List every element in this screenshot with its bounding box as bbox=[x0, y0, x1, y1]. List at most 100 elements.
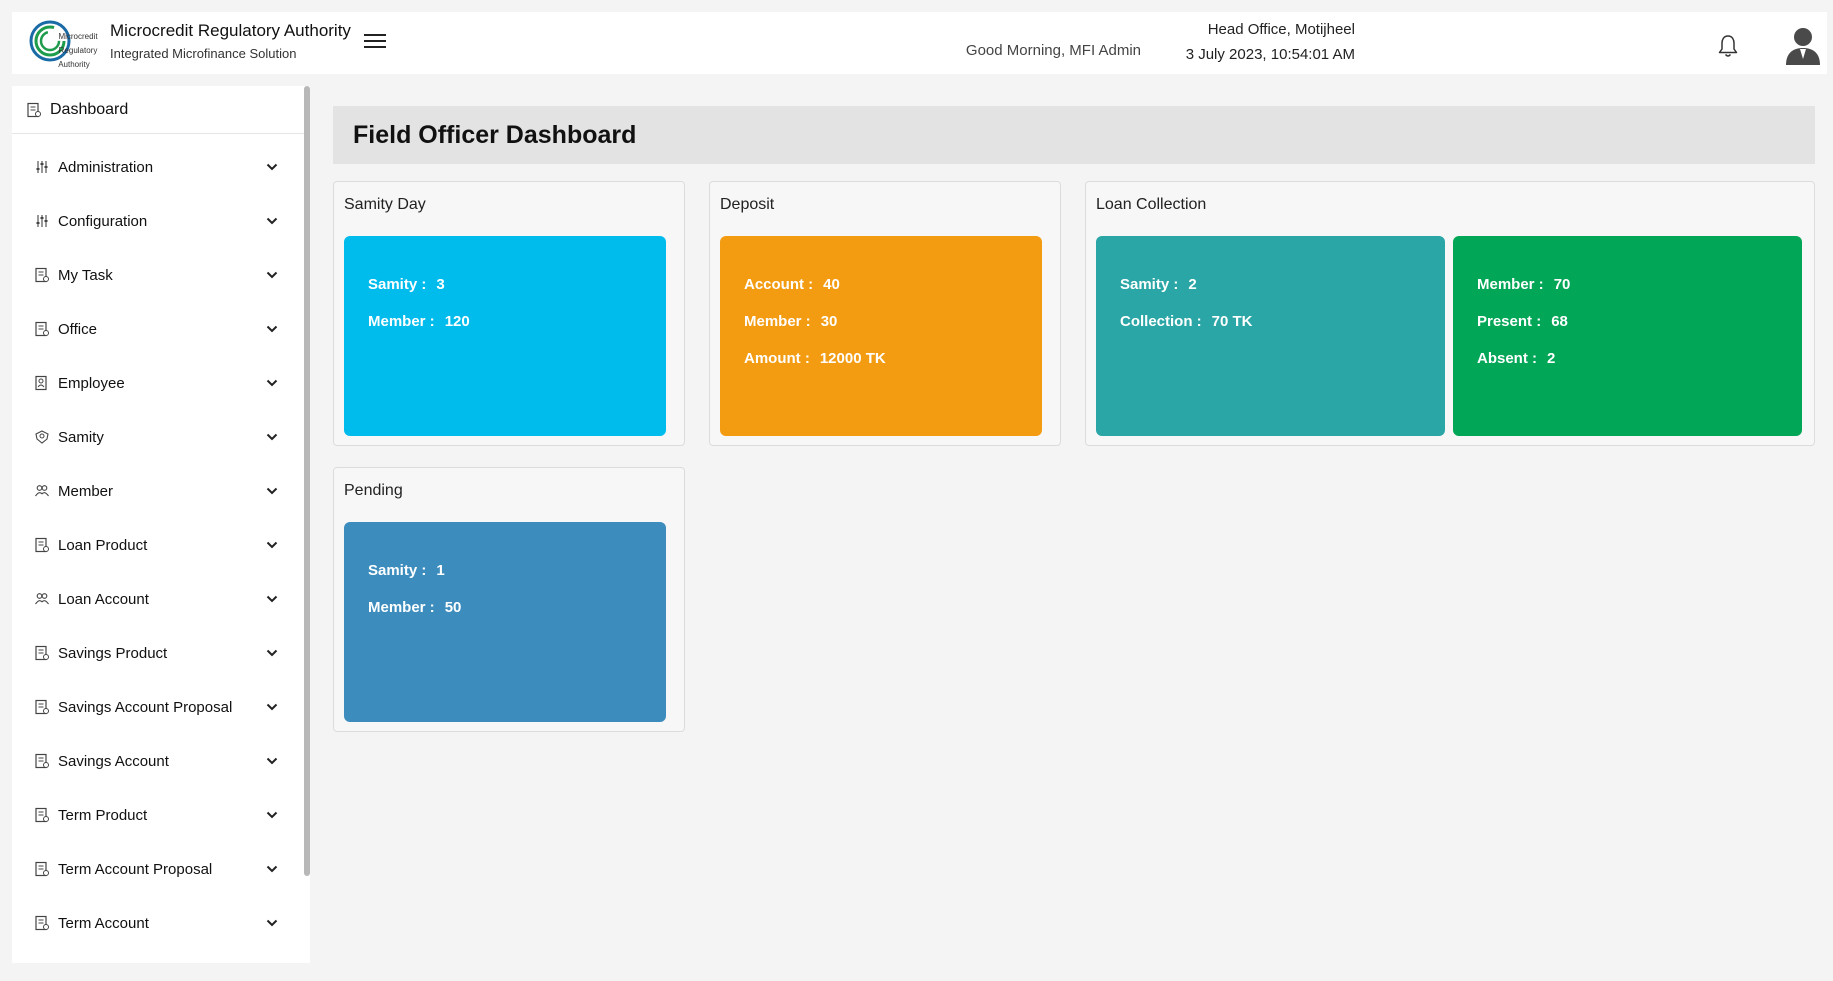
stat-row: Member : 50 bbox=[368, 599, 666, 616]
sidebar-item-label: Office bbox=[58, 320, 97, 338]
panel-title: Deposit bbox=[720, 196, 775, 213]
stat-value: 3 bbox=[436, 276, 445, 293]
sidebar-item-label: Samity bbox=[58, 428, 104, 446]
mra-logo[interactable]: Microcredit Regulatory Authority bbox=[28, 17, 104, 71]
stat-row: Samity : 1 bbox=[368, 562, 666, 579]
panel-samity-day: Samity Day Samity : 3 Member : 120 bbox=[333, 181, 685, 446]
dashboard-icon bbox=[27, 102, 41, 117]
sidebar-item-label: Configuration bbox=[58, 212, 148, 230]
stat-label: Samity : bbox=[368, 562, 427, 579]
stat-value: 40 bbox=[823, 276, 840, 293]
stat-label: Member : bbox=[744, 313, 811, 330]
chevron-down-icon[interactable] bbox=[266, 811, 278, 819]
sidebar-item-label: Term Product bbox=[58, 806, 148, 824]
sidebar-item-term-account[interactable]: Term Account bbox=[12, 896, 304, 950]
sidebar-item-label: Term Account Proposal bbox=[58, 860, 213, 878]
logo-text-2: Regulatory bbox=[59, 46, 98, 55]
stat-row: Member : 120 bbox=[368, 313, 666, 330]
users-icon bbox=[35, 593, 49, 605]
sidebar-item-samity[interactable]: Samity bbox=[12, 410, 304, 464]
document-icon bbox=[35, 321, 49, 337]
sidebar-item-label: My Task bbox=[58, 266, 113, 284]
document-icon bbox=[35, 537, 49, 553]
chevron-down-icon[interactable] bbox=[266, 541, 278, 549]
logo-text-1: Microcredit bbox=[58, 32, 98, 41]
stat-value: 1 bbox=[436, 562, 445, 579]
chevron-down-icon[interactable] bbox=[266, 919, 278, 927]
chevron-down-icon[interactable] bbox=[266, 757, 278, 765]
sidebar-item-label: Savings Product bbox=[58, 644, 168, 662]
document-icon bbox=[35, 699, 49, 715]
sidebar-scrollbar[interactable] bbox=[304, 86, 310, 876]
sidebar-item-label: Loan Product bbox=[58, 536, 148, 554]
stat-label: Collection : bbox=[1120, 313, 1202, 330]
menu-toggle-icon[interactable] bbox=[364, 34, 386, 52]
sidebar-item-savings-product[interactable]: Savings Product bbox=[12, 626, 304, 680]
panel-pending: Pending Samity : 1 Member : 50 bbox=[333, 467, 685, 732]
stat-value: 2 bbox=[1188, 276, 1197, 293]
chevron-down-icon[interactable] bbox=[266, 163, 278, 171]
sidebar-item-my-task[interactable]: My Task bbox=[12, 248, 304, 302]
page-title-bar: Field Officer Dashboard bbox=[333, 106, 1815, 164]
sidebar-item-term-account-proposal[interactable]: Term Account Proposal bbox=[12, 842, 304, 896]
sidebar-item-member[interactable]: Member bbox=[12, 464, 304, 518]
stat-row: Present : 68 bbox=[1477, 313, 1802, 330]
sidebar-menu: Administration Configuration My Task Office… bbox=[12, 140, 304, 950]
notification-bell-icon[interactable] bbox=[1717, 34, 1739, 58]
sidebar-item-office[interactable]: Office bbox=[12, 302, 304, 356]
org-subtitle: Integrated Microfinance Solution bbox=[110, 46, 297, 61]
chevron-down-icon[interactable] bbox=[266, 649, 278, 657]
sidebar-item-configuration[interactable]: Configuration bbox=[12, 194, 304, 248]
stat-label: Account : bbox=[744, 276, 814, 293]
chevron-down-icon[interactable] bbox=[266, 325, 278, 333]
chevron-down-icon[interactable] bbox=[266, 217, 278, 225]
stat-row: Account : 40 bbox=[744, 276, 1042, 293]
chevron-down-icon[interactable] bbox=[266, 487, 278, 495]
document-icon bbox=[35, 645, 49, 661]
stat-label: Absent : bbox=[1477, 350, 1537, 367]
stat-row: Samity : 3 bbox=[368, 276, 666, 293]
stat-value: 120 bbox=[444, 313, 470, 330]
sidebar-item-savings-account[interactable]: Savings Account bbox=[12, 734, 304, 788]
stat-label: Samity : bbox=[368, 276, 427, 293]
user-avatar-icon[interactable] bbox=[1784, 25, 1822, 65]
chevron-down-icon[interactable] bbox=[266, 595, 278, 603]
chevron-down-icon[interactable] bbox=[266, 865, 278, 873]
sidebar-item-label: Member bbox=[58, 482, 114, 500]
chevron-down-icon[interactable] bbox=[266, 271, 278, 279]
org-name: Microcredit Regulatory Authority bbox=[110, 21, 351, 40]
group-icon bbox=[35, 430, 49, 444]
stat-row: Absent : 2 bbox=[1477, 350, 1802, 367]
document-icon bbox=[35, 807, 49, 823]
loan-collection-card[interactable]: Samity : 2 Collection : 70 TK bbox=[1096, 236, 1445, 436]
panel-loan-collection: Loan Collection Samity : 2 Collection : 70 … bbox=[1085, 181, 1815, 446]
logo-text-3: Authority bbox=[58, 60, 90, 69]
sliders-icon bbox=[36, 215, 48, 227]
stat-label: Amount : bbox=[744, 350, 810, 367]
chevron-down-icon[interactable] bbox=[266, 433, 278, 441]
panel-title: Samity Day bbox=[344, 196, 426, 213]
deposit-card[interactable]: Account : 40 Member : 30 Amount : 12000 TK bbox=[720, 236, 1042, 436]
sidebar-item-label: Term Account bbox=[58, 914, 149, 932]
chevron-down-icon[interactable] bbox=[266, 703, 278, 711]
stat-row: Member : 30 bbox=[744, 313, 1042, 330]
sidebar-item-loan-product[interactable]: Loan Product bbox=[12, 518, 304, 572]
sidebar-item-dashboard[interactable]: Dashboard bbox=[12, 86, 304, 134]
stat-row: Member : 70 bbox=[1477, 276, 1802, 293]
sidebar-item-label: Employee bbox=[58, 374, 125, 392]
sidebar-item-administration[interactable]: Administration bbox=[12, 140, 304, 194]
chevron-down-icon[interactable] bbox=[266, 379, 278, 387]
pending-card[interactable]: Samity : 1 Member : 50 bbox=[344, 522, 666, 722]
sidebar-item-term-product[interactable]: Term Product bbox=[12, 788, 304, 842]
stat-value: 70 TK bbox=[1211, 313, 1253, 330]
sidebar-item-employee[interactable]: Employee bbox=[12, 356, 304, 410]
sidebar-item-label: Savings Account Proposal bbox=[58, 698, 233, 716]
attendance-card[interactable]: Member : 70 Present : 68 Absent : 2 bbox=[1453, 236, 1802, 436]
stat-value: 70 bbox=[1553, 276, 1571, 293]
sidebar-item-loan-account[interactable]: Loan Account bbox=[12, 572, 304, 626]
stat-row: Samity : 2 bbox=[1120, 276, 1445, 293]
sidebar-item-savings-account-proposal[interactable]: Savings Account Proposal bbox=[12, 680, 304, 734]
greeting-text: Good Morning, MFI Admin bbox=[965, 42, 1141, 59]
samity-day-card[interactable]: Samity : 3 Member : 120 bbox=[344, 236, 666, 436]
document-icon bbox=[35, 861, 49, 877]
